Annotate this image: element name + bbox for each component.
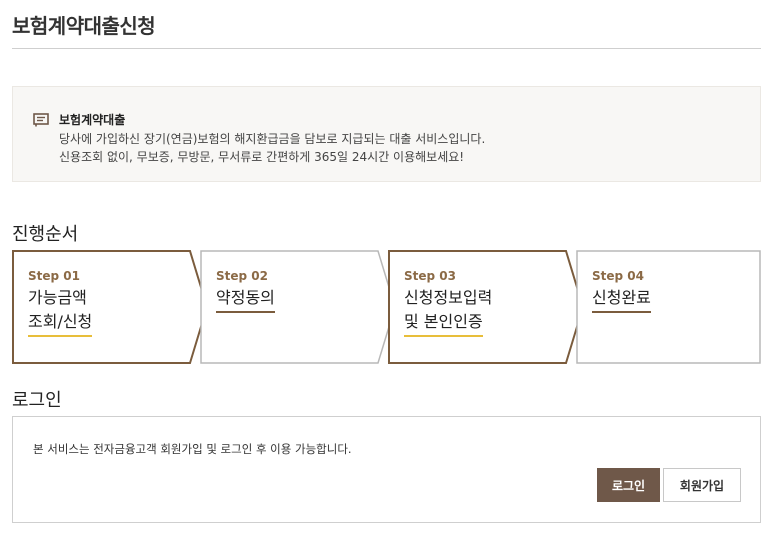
step-number: Step 03 bbox=[404, 269, 456, 283]
step-label: 약정동의 bbox=[216, 286, 275, 313]
step-label-line: 신청정보입력 bbox=[404, 288, 493, 307]
join-button[interactable]: 회원가입 bbox=[663, 468, 741, 502]
document-note-icon bbox=[33, 113, 49, 127]
login-section-title: 로그인 bbox=[12, 390, 62, 411]
step-number: Step 01 bbox=[28, 269, 80, 283]
info-description-line: 당사에 가입하신 장기(연금)보험의 해지환급금을 담보로 지급되는 대출 서비… bbox=[59, 132, 486, 146]
info-box: 보험계약대출 당사에 가입하신 장기(연금)보험의 해지환급금을 담보로 지급되… bbox=[12, 86, 761, 182]
login-button[interactable]: 로그인 bbox=[597, 468, 660, 502]
step-2: Step 02 약정동의 bbox=[200, 250, 396, 364]
step-label: 가능금액 조회/신청 bbox=[28, 286, 93, 337]
process-section-title: 진행순서 bbox=[12, 224, 79, 245]
step-number: Step 04 bbox=[592, 269, 644, 283]
info-description-line: 신용조회 없이, 무보증, 무방문, 무서류로 간편하게 365일 24시간 이… bbox=[59, 150, 465, 164]
step-1: Step 01 가능금액 조회/신청 bbox=[12, 250, 208, 364]
info-title: 보험계약대출 bbox=[59, 113, 126, 127]
login-description: 본 서비스는 전자금융고객 회원가입 및 로그인 후 이용 가능합니다. bbox=[33, 442, 352, 456]
step-label: 신청정보입력 및 본인인증 bbox=[404, 286, 492, 337]
step-number: Step 02 bbox=[216, 269, 268, 283]
step-label-line: 신청완료 bbox=[592, 286, 651, 313]
step-3: Step 03 신청정보입력 및 본인인증 bbox=[388, 250, 584, 364]
step-label-line: 및 본인인증 bbox=[404, 310, 483, 337]
step-label-line: 가능금액 bbox=[28, 288, 87, 307]
title-divider bbox=[12, 48, 761, 49]
login-box: 본 서비스는 전자금융고객 회원가입 및 로그인 후 이용 가능합니다. 로그인… bbox=[12, 416, 761, 523]
step-progress: Step 01 가능금액 조회/신청 Step 02 약정동의 Step 03 … bbox=[12, 250, 761, 364]
step-label-line: 조회/신청 bbox=[28, 310, 93, 337]
page-title: 보험계약대출신청 bbox=[12, 14, 156, 38]
step-4: Step 04 신청완료 bbox=[576, 250, 761, 364]
step-label-line: 약정동의 bbox=[216, 286, 275, 313]
step-label: 신청완료 bbox=[592, 286, 651, 313]
